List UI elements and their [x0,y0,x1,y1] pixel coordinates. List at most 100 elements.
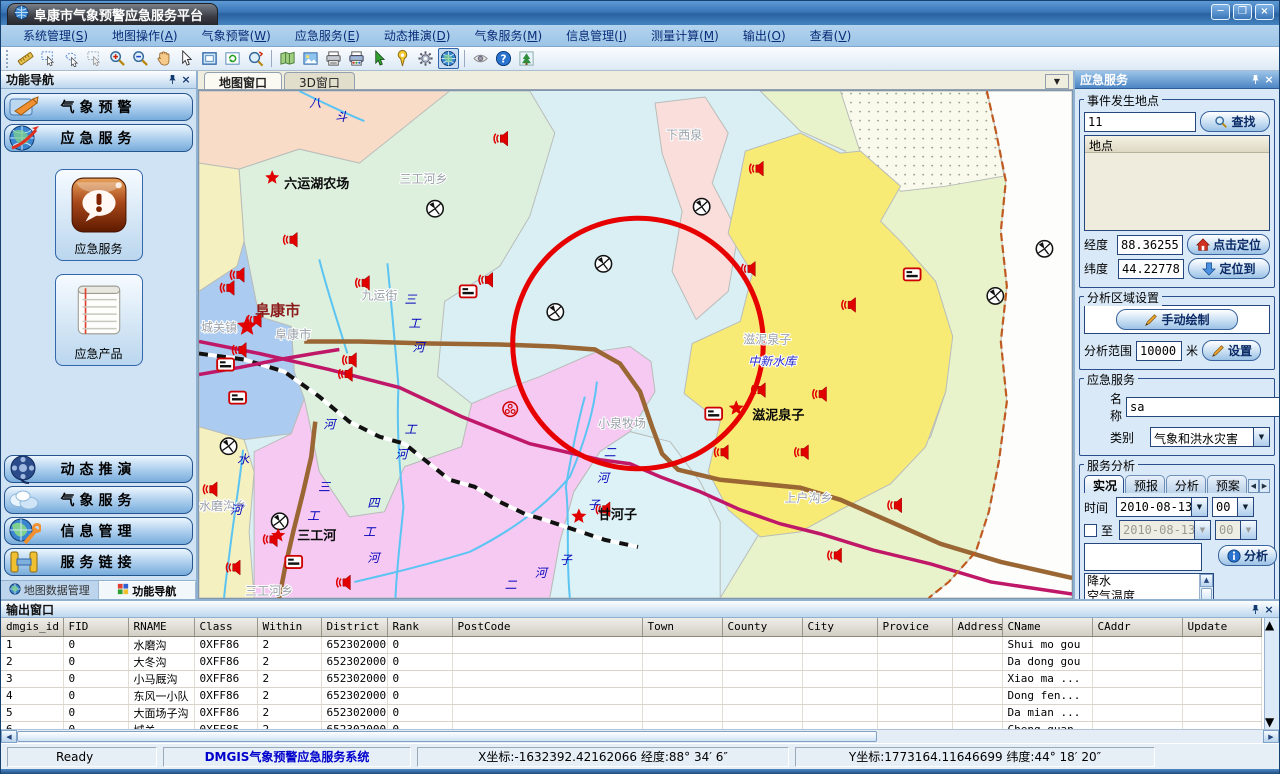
pin-icon[interactable] [1248,73,1262,86]
placemark-icon[interactable] [392,48,413,69]
menu-item-1[interactable]: 系统管理(S) [11,25,100,46]
print-icon[interactable] [323,48,344,69]
menu-item-3[interactable]: 气象预警(W) [190,25,283,46]
analysis-tab-1[interactable]: 实况 [1084,475,1124,493]
menu-item-2[interactable]: 地图操作(A) [100,25,190,46]
big-button-2[interactable]: 应急产品 [55,274,143,366]
nav-group-bottom-3[interactable]: 信息管理 [4,517,193,545]
location-search-input[interactable] [1084,112,1196,132]
column-header[interactable]: Provice [877,618,952,636]
menu-item-8[interactable]: 测量计算(M) [639,25,731,46]
column-header[interactable]: Rank [387,618,452,636]
manual-draw-button[interactable]: 手动绘制 [1116,309,1238,330]
latitude-input[interactable] [1118,259,1184,279]
pin-icon[interactable] [165,73,179,86]
restore-button[interactable]: ❐ [1233,4,1252,20]
location-list-header[interactable]: 地点 [1085,136,1269,153]
analysis-tab-3[interactable]: 分析 [1166,475,1206,493]
service-type-select[interactable]: 气象和洪水灾害▼ [1150,427,1270,447]
find-button[interactable]: 查找 [1200,111,1270,132]
location-list[interactable]: 地点 [1084,135,1270,231]
toolbar-grip[interactable] [6,50,11,68]
nav-group-bottom-4[interactable]: 服务链接 [4,548,193,576]
column-header[interactable]: CName [1002,618,1092,636]
pan-icon[interactable] [153,48,174,69]
table-row[interactable]: 50大面场子沟0XFF8626523020000Da mian ... [1,704,1261,721]
output-table[interactable]: dmgis_idFIDRNAMEClassWithinDistrictRankP… [1,618,1262,729]
pin-icon[interactable] [1248,603,1262,616]
column-header[interactable]: District [321,618,387,636]
analysis-tab-2[interactable]: 预报 [1125,475,1165,493]
menu-item-10[interactable]: 查看(V) [798,25,864,46]
close-panel-icon[interactable]: × [1262,73,1276,86]
nav-group-bottom-1[interactable]: 动态推演 [4,455,193,483]
nav-group-1[interactable]: 气象预警 [4,93,193,121]
eye-icon[interactable] [470,48,491,69]
layers-icon[interactable] [277,48,298,69]
table-row[interactable]: 60城关0XFF8526523020000Cheng guan [1,721,1261,729]
column-header[interactable]: RNAME [128,618,194,636]
map-tab-2[interactable]: 3D窗口 [284,72,355,89]
nav-group-bottom-2[interactable]: 气象服务 [4,486,193,514]
chevron-down-icon[interactable]: ▼ [1237,498,1253,516]
date-select[interactable]: 2010-08-13▼ [1116,497,1208,517]
hour-select[interactable]: 00▼ [1212,497,1254,517]
analyze-button[interactable]: 分析 [1218,545,1277,566]
tab-list-dropdown[interactable]: ▼ [1045,74,1069,89]
list-item[interactable]: 空气温度 [1087,589,1197,599]
menu-item-9[interactable]: 输出(O) [731,25,798,46]
scroll-up-icon[interactable]: ▲ [1265,618,1279,632]
scroll-right-icon[interactable]: ▶ [1263,730,1279,743]
column-header[interactable]: FID [63,618,128,636]
print-color-icon[interactable] [346,48,367,69]
map-svg[interactable]: 六运湖农场三工河乡下西泉九运街阜康市阜康市城关镇滋泥泉子中新水库滋泥泉子小泉牧场… [199,91,1072,598]
green-arrow-icon[interactable] [369,48,390,69]
table-vscrollbar[interactable]: ▲ ▼ [1264,618,1279,729]
range-input[interactable] [1136,341,1182,361]
element-listbox[interactable]: 降水空气温度 ▲ [1084,573,1214,599]
column-header[interactable]: Town [642,618,722,636]
nav-group-2[interactable]: 应急服务 [4,124,193,152]
column-header[interactable]: PostCode [452,618,642,636]
locate-to-button[interactable]: 定位到 [1188,258,1270,279]
minimize-button[interactable]: ─ [1211,4,1230,20]
table-hscrollbar[interactable]: ◀ ▶ [1,729,1279,743]
chevron-down-icon[interactable]: ▼ [1253,428,1269,446]
settings-icon[interactable] [415,48,436,69]
click-locate-button[interactable]: 点击定位 [1187,234,1270,255]
column-header[interactable]: Update [1182,618,1261,636]
scroll-down-icon[interactable]: ▼ [1265,715,1279,729]
menu-item-6[interactable]: 气象服务(M) [462,25,554,46]
refresh-icon[interactable] [222,48,243,69]
tab-scroll-right-icon[interactable]: ▶ [1259,479,1270,493]
full-extent-icon[interactable] [199,48,220,69]
listbox-scrollbar[interactable]: ▲ [1199,574,1213,599]
select-free-icon[interactable] [61,48,82,69]
close-button[interactable]: × [1255,4,1274,20]
left-tab-2[interactable]: 功能导航 [99,581,197,599]
export-image-icon[interactable] [300,48,321,69]
zoom-out-icon[interactable] [130,48,151,69]
menu-item-7[interactable]: 信息管理(I) [554,25,639,46]
column-header[interactable]: CAddr [1092,618,1182,636]
tab-scroll-left-icon[interactable]: ◀ [1248,479,1259,493]
table-row[interactable]: 20大冬沟0XFF8626523020000Da dong gou [1,653,1261,670]
list-item[interactable]: 降水 [1087,574,1197,589]
close-panel-icon[interactable]: × [1262,603,1276,616]
scroll-left-icon[interactable]: ◀ [1,730,17,743]
column-header[interactable]: dmgis_id [1,618,63,636]
service-name-input[interactable] [1126,397,1279,417]
menu-item-5[interactable]: 动态推演(D) [372,25,463,46]
to-checkbox[interactable] [1084,524,1097,537]
analysis-tab-4[interactable]: 预案 [1207,475,1247,493]
close-panel-icon[interactable]: × [179,73,193,86]
table-row[interactable]: 40东风一小队0XFF8626523020000Dong fen... [1,687,1261,704]
identify-icon[interactable] [245,48,266,69]
map-canvas[interactable]: 六运湖农场三工河乡下西泉九运街阜康市阜康市城关镇滋泥泉子中新水库滋泥泉子小泉牧场… [198,90,1073,599]
help-icon[interactable]: ? [493,48,514,69]
pointer-icon[interactable] [176,48,197,69]
left-tab-1[interactable]: 地图数据管理 [1,581,99,599]
column-header[interactable]: Address [952,618,1002,636]
menu-item-4[interactable]: 应急服务(E) [283,25,372,46]
longitude-input[interactable] [1117,235,1183,255]
